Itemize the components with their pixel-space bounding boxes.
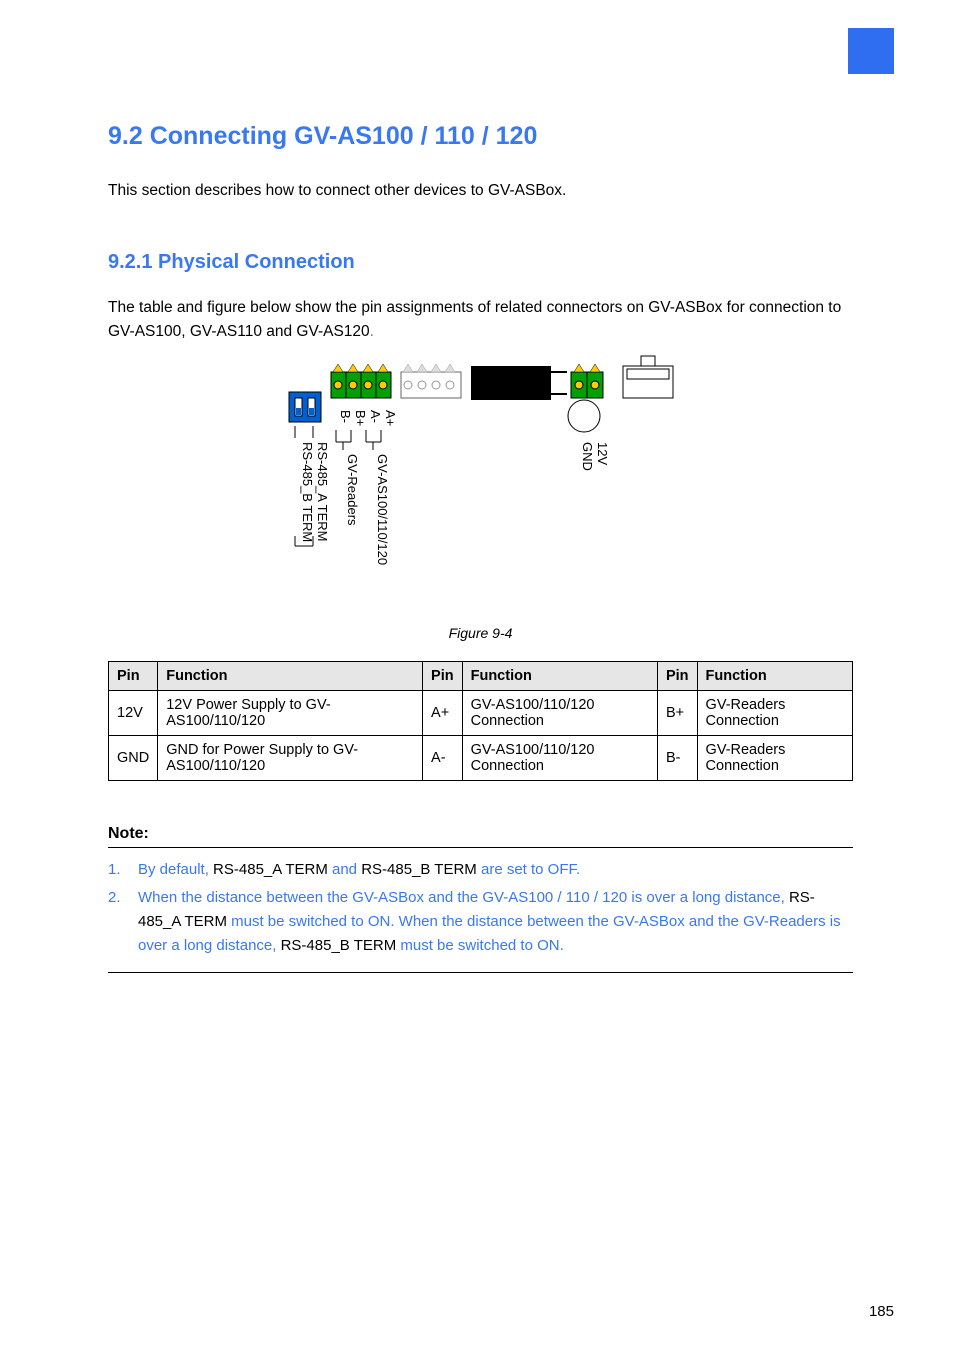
cell: A-: [423, 736, 463, 781]
note-frag: RS-485_B TERM: [361, 861, 477, 878]
cell: GV-Readers Connection: [697, 691, 852, 736]
note-item-2: 2. When the distance between the GV-ASBo…: [108, 886, 853, 958]
label-gv-as: GV-AS100/110/120: [375, 454, 390, 565]
page-content: 9.2 Connecting GV-AS100 / 110 / 120 This…: [108, 122, 853, 973]
note-num-2: 2.: [108, 886, 138, 958]
subsection-intro-black: The table and figure below show the pin …: [108, 299, 841, 340]
cell: A+: [423, 691, 463, 736]
note-num-1: 1.: [108, 858, 138, 882]
figure-wrapper: A+ A- B+ B- GV-AS100/110/120 GV-Readers …: [108, 354, 853, 641]
note-label: Note:: [108, 825, 149, 842]
section-heading: 9.2 Connecting GV-AS100 / 110 / 120: [108, 122, 853, 151]
header-accent-square: [848, 28, 894, 74]
cell: GND for Power Supply to GV-AS100/110/120: [158, 736, 423, 781]
subsection-intro-blue: .: [370, 323, 374, 340]
label-aplus: A+: [383, 410, 398, 426]
label-rs485a: RS-485_A TERM: [315, 442, 330, 541]
black-component-icon: [471, 366, 551, 400]
cell: 12V: [109, 691, 158, 736]
switch-block-icon: [289, 392, 321, 422]
note-frag: RS-485_B TERM: [281, 937, 397, 954]
label-bminus: B-: [338, 410, 353, 423]
note-item-1: 1. By default, RS-485_A TERM and RS-485_…: [108, 858, 853, 882]
label-bplus: B+: [353, 410, 368, 426]
note-heading: Note:: [108, 825, 853, 848]
cell: GV-AS100/110/120 Connection: [462, 691, 657, 736]
note-body: 1. By default, RS-485_A TERM and RS-485_…: [108, 858, 853, 973]
note-frag: By default,: [138, 861, 213, 878]
figure-caption: Figure 9-4: [108, 625, 853, 641]
th-pin-1: Pin: [109, 662, 158, 691]
table-row: 12V 12V Power Supply to GV-AS100/110/120…: [109, 691, 853, 736]
label-gnd: GND: [580, 442, 595, 471]
connector-diagram: A+ A- B+ B- GV-AS100/110/120 GV-Readers …: [251, 354, 711, 614]
note-frag: must be switched to ON.: [396, 937, 564, 954]
section-intro: This section describes how to connect ot…: [108, 179, 853, 203]
table-row: GND GND for Power Supply to GV-AS100/110…: [109, 736, 853, 781]
note-text-2: When the distance between the GV-ASBox a…: [138, 886, 853, 958]
label-gv-readers: GV-Readers: [345, 454, 360, 526]
th-func-1: Function: [158, 662, 423, 691]
cell: 12V Power Supply to GV-AS100/110/120: [158, 691, 423, 736]
note-box: Note: 1. By default, RS-485_A TERM and R…: [108, 825, 853, 973]
cell: GND: [109, 736, 158, 781]
cell: B-: [657, 736, 697, 781]
note-frag: When the distance between the GV-ASBox a…: [138, 889, 789, 906]
cell: B+: [657, 691, 697, 736]
note-frag: are set to OFF.: [477, 861, 580, 878]
note-frag: RS-485_A TERM: [213, 861, 328, 878]
page-number: 185: [869, 1303, 894, 1320]
cell: GV-Readers Connection: [697, 736, 852, 781]
th-pin-2: Pin: [423, 662, 463, 691]
th-func-3: Function: [697, 662, 852, 691]
pin-table: Pin Function Pin Function Pin Function 1…: [108, 661, 853, 781]
note-frag: and: [328, 861, 361, 878]
th-func-2: Function: [462, 662, 657, 691]
subsection-heading: 9.2.1 Physical Connection: [108, 251, 853, 274]
label-rs485b: RS-485_B TERM: [300, 442, 315, 542]
note-text-1: By default, RS-485_A TERM and RS-485_B T…: [138, 858, 853, 882]
th-pin-3: Pin: [657, 662, 697, 691]
label-12v: 12V: [595, 442, 610, 465]
subsection-intro: The table and figure below show the pin …: [108, 296, 853, 344]
label-aminus: A-: [368, 410, 383, 423]
cell: GV-AS100/110/120 Connection: [462, 736, 657, 781]
